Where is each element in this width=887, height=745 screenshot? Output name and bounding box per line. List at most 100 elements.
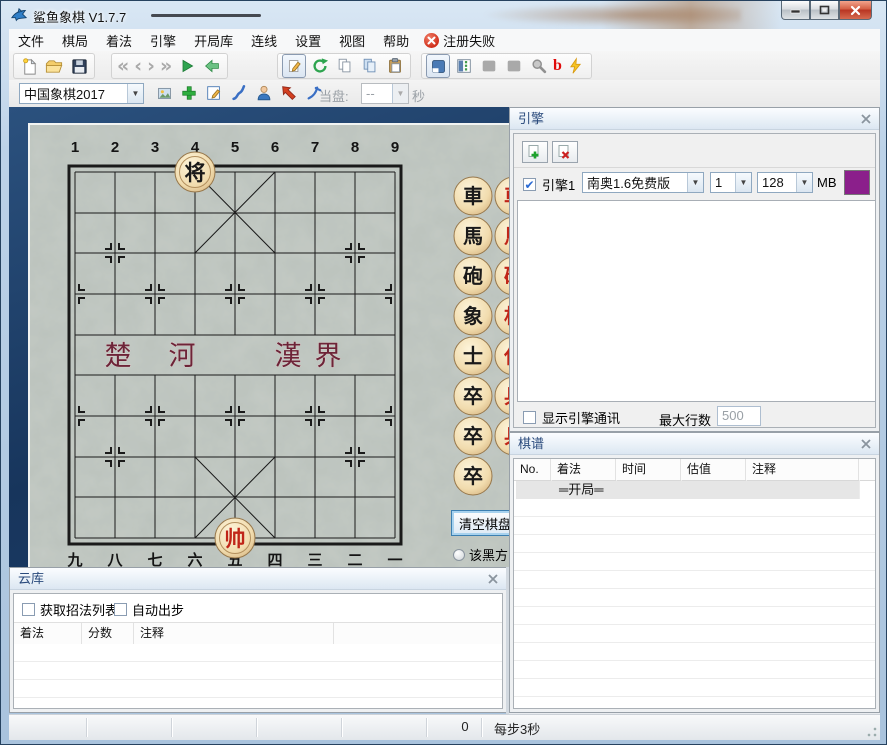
svg-text:卒: 卒 xyxy=(463,424,483,448)
menu-bar: 文件 棋局 着法 引擎 开局库 连线 设置 视图 帮助 注册失败 xyxy=(9,29,880,52)
caption-buttons xyxy=(781,1,872,20)
piece-red-general[interactable]: 帅 xyxy=(215,518,255,558)
menu-online[interactable]: 连线 xyxy=(242,29,286,52)
book-brush-button[interactable] xyxy=(228,82,250,104)
svg-text:9: 9 xyxy=(391,139,399,156)
cloud-panel: 云库 获取招法列表 自动出步 着法 分数 注释 xyxy=(9,567,507,713)
opening-book-select[interactable]: 中国象棋2017 ▼ xyxy=(19,83,144,104)
menu-view[interactable]: 视图 xyxy=(330,29,374,52)
shark-app-icon xyxy=(10,6,28,24)
last-move-button[interactable]: » xyxy=(159,56,173,76)
opening-book-value: 中国象棋2017 xyxy=(20,84,127,103)
takeback-button[interactable] xyxy=(201,55,223,77)
red-arrow-button[interactable] xyxy=(278,82,300,104)
engine-threads-select[interactable]: 1 ▼ xyxy=(710,172,752,193)
clear-board-button[interactable]: 清空棋盘 xyxy=(451,510,511,536)
copy-fen-button[interactable] xyxy=(334,55,356,77)
chevron-down-icon[interactable]: ▼ xyxy=(127,84,143,103)
svg-text:河: 河 xyxy=(169,341,196,372)
paste-button[interactable] xyxy=(384,55,406,77)
get-moves-checkbox[interactable]: 获取招法列表 xyxy=(22,600,118,619)
panel-splitter[interactable] xyxy=(506,567,509,714)
max-lines-input[interactable]: 500 xyxy=(717,406,761,426)
record-row-opening[interactable]: ═开局═ xyxy=(516,481,859,499)
svg-text:士: 士 xyxy=(463,345,483,368)
menu-settings[interactable]: 设置 xyxy=(286,29,330,52)
window-title: 鲨鱼象棋 V1.7.7 xyxy=(33,7,126,26)
register-failed-item[interactable]: 注册失败 xyxy=(418,29,501,52)
menu-help[interactable]: 帮助 xyxy=(374,29,418,52)
copy-board-button[interactable] xyxy=(359,55,381,77)
checkbox-checked-icon: ✔ xyxy=(523,178,536,191)
svg-text:2: 2 xyxy=(111,139,119,156)
engine1-enabled-checkbox[interactable]: ✔ 引擎1 xyxy=(523,175,575,194)
prev-move-button[interactable]: ‹ xyxy=(133,56,143,76)
next-move-button[interactable]: › xyxy=(146,56,156,76)
maximize-button[interactable] xyxy=(810,1,839,20)
title-bar[interactable]: 鲨鱼象棋 V1.7.7 xyxy=(1,1,886,29)
svg-text:7: 7 xyxy=(311,139,319,156)
panel-layout-button[interactable] xyxy=(453,55,475,77)
record-panel-close-icon[interactable] xyxy=(859,437,873,451)
book-add-button[interactable] xyxy=(178,82,200,104)
svg-text:帅: 帅 xyxy=(225,528,246,551)
menu-moves[interactable]: 着法 xyxy=(97,29,141,52)
board-panel: 12 34 56 78 9 九八 七六 五四 三二 一 楚 河 漢 界 xyxy=(28,123,511,568)
add-engine-button[interactable] xyxy=(522,141,548,163)
checkbox-unchecked-icon xyxy=(523,411,536,424)
bold-comment-button[interactable]: b xyxy=(553,57,562,75)
remove-engine-button[interactable] xyxy=(552,141,578,163)
engine-color-swatch[interactable] xyxy=(844,170,870,195)
edit-position-button[interactable] xyxy=(282,54,306,78)
chevron-down-icon[interactable]: ▼ xyxy=(796,173,812,192)
per-move-label: 当盘: xyxy=(319,86,349,105)
record-panel-title: 棋谱 xyxy=(510,433,879,455)
svg-text:車: 車 xyxy=(463,184,483,208)
svg-text:楚: 楚 xyxy=(105,341,132,372)
menu-openingbook[interactable]: 开局库 xyxy=(185,29,242,52)
engine-panel-title: 引擎 xyxy=(510,108,879,130)
resize-grip[interactable] xyxy=(866,726,878,738)
record-table[interactable]: No. 着法 时间 估值 注释 ═开局═ xyxy=(513,458,876,709)
refresh-button[interactable] xyxy=(309,55,331,77)
auto-move-checkbox[interactable]: 自动出步 xyxy=(114,600,184,619)
app-window: 鲨鱼象棋 V1.7.7 文件 棋局 着法 引擎 开局库 连线 设置 视图 帮助 … xyxy=(0,0,887,745)
svg-text:1: 1 xyxy=(71,139,79,156)
svg-text:卒: 卒 xyxy=(463,464,483,488)
show-engine-comm-checkbox[interactable]: 显示引擎通讯 xyxy=(523,408,620,427)
xiangqi-board[interactable]: 12 34 56 78 9 九八 七六 五四 三二 一 楚 河 漢 界 xyxy=(30,125,511,568)
menu-engine[interactable]: 引擎 xyxy=(141,29,185,52)
close-button[interactable] xyxy=(839,1,872,20)
engine-panel: 引擎 ✔ 引擎1 南奥1.6免费版 ▼ 1 ▼ xyxy=(509,107,880,432)
search-disabled-icon xyxy=(528,55,550,77)
engine-output-list[interactable] xyxy=(517,200,876,402)
open-file-button[interactable] xyxy=(43,55,65,77)
book-edit-button[interactable] xyxy=(203,82,225,104)
first-move-button[interactable]: « xyxy=(116,56,130,76)
lightning-analyze-button[interactable] xyxy=(565,55,587,77)
engine-hash-select[interactable]: 128 ▼ xyxy=(757,172,813,193)
chevron-down-icon[interactable]: ▼ xyxy=(687,173,703,192)
new-file-button[interactable] xyxy=(18,55,40,77)
play-button[interactable] xyxy=(176,55,198,77)
player-info-button[interactable] xyxy=(253,82,275,104)
cloud-panel-body: 获取招法列表 自动出步 着法 分数 注释 xyxy=(13,593,503,709)
col-time: 时间 xyxy=(616,459,681,480)
col-comment: 注释 xyxy=(134,623,334,644)
engine-name-select[interactable]: 南奥1.6免费版 ▼ xyxy=(582,172,704,193)
status-counter: 0 xyxy=(449,719,481,734)
col-no: No. xyxy=(514,459,551,480)
save-button[interactable] xyxy=(68,55,90,77)
cloud-table-header: 着法 分数 注释 xyxy=(14,623,502,645)
menu-game[interactable]: 棋局 xyxy=(53,29,97,52)
disabled-tool-button-2 xyxy=(503,55,525,77)
engine-panel-close-icon[interactable] xyxy=(859,112,873,126)
piece-black-general[interactable]: 将 xyxy=(175,152,215,192)
book-view-button[interactable] xyxy=(153,82,175,104)
black-turn-radio[interactable]: 该黑方 xyxy=(453,545,508,564)
cloud-panel-close-icon[interactable] xyxy=(486,572,500,586)
menu-file[interactable]: 文件 xyxy=(9,29,53,52)
chevron-down-icon[interactable]: ▼ xyxy=(735,173,751,192)
board-window-button[interactable] xyxy=(426,54,450,78)
minimize-button[interactable] xyxy=(781,1,810,20)
